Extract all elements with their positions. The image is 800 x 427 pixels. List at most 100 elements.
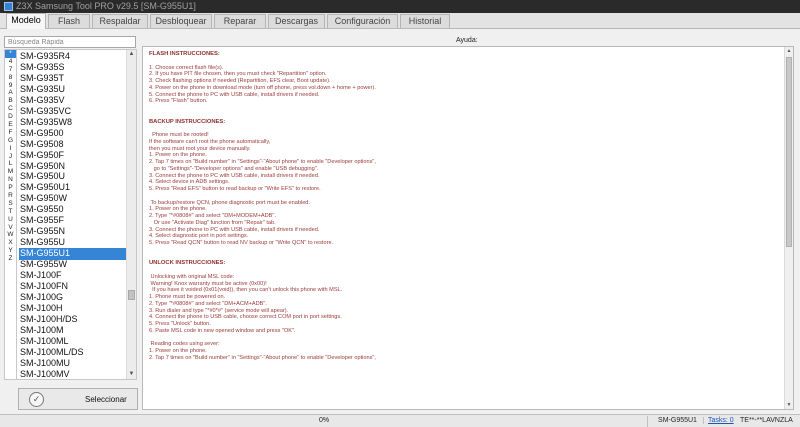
help-line xyxy=(149,193,774,200)
help-line: 2. If you have PIT file chosen, then you… xyxy=(149,71,327,78)
app-icon xyxy=(4,2,13,11)
tab-descargas[interactable]: Descargas xyxy=(268,14,325,28)
help-line: 5. Press "Read QCN" button to read NV ba… xyxy=(149,240,334,246)
help-line: 2. Tap 7 times on "Build number" in "Set… xyxy=(149,159,376,165)
search-input[interactable] xyxy=(4,36,136,48)
help-line: 3. Connect the phone to PC with USB cabl… xyxy=(149,226,320,233)
alphabet-item[interactable]: U xyxy=(5,216,16,224)
help-line: Or use "Activate Diag" function from "Re… xyxy=(149,219,276,226)
alphabet-item[interactable]: P xyxy=(5,184,16,192)
alphabet-item[interactable]: J xyxy=(5,153,16,161)
help-line xyxy=(149,125,774,132)
title-bar: Z3X Samsung Tool PRO v29.5 [SM-G955U1] xyxy=(0,0,800,13)
alphabet-item[interactable]: 7 xyxy=(5,66,16,74)
help-text: FLASH INSTRUCCIONES: 1. Choose correct fl… xyxy=(149,51,774,362)
help-line: Reading codes using sever: xyxy=(149,341,220,348)
help-line xyxy=(149,112,774,119)
alphabet-item[interactable]: Y xyxy=(5,247,16,255)
status-model: SM-G955U1 xyxy=(652,417,704,424)
help-line: 4. Connect the phone to USB cable, choos… xyxy=(149,314,342,321)
alphabet-item[interactable]: D xyxy=(5,113,16,121)
tab-respaldar[interactable]: Respaldar xyxy=(92,14,148,28)
alphabet-item[interactable]: I xyxy=(5,145,16,153)
alphabet-item[interactable]: X xyxy=(5,239,16,247)
alphabet-item[interactable]: * xyxy=(5,50,16,58)
status-bar: 0% SM-G955U1 Tasks: 0 TE**-**LAVNZLA xyxy=(0,414,800,427)
tasks-link[interactable]: Tasks: 0 xyxy=(708,417,734,424)
help-line: 3. Connect the phone to PC with USB cabl… xyxy=(149,172,320,179)
alphabet-item[interactable]: 4 xyxy=(5,58,16,66)
help-line: 1. Power on the phone. xyxy=(149,348,207,354)
select-button-label: Seleccionar xyxy=(85,395,127,404)
help-line: 5. Connect the phone to PC with USB cabl… xyxy=(149,91,320,98)
alphabet-item[interactable]: B xyxy=(5,97,16,105)
alphabet-item[interactable]: V xyxy=(5,224,16,232)
scrollbar-thumb[interactable] xyxy=(128,290,135,300)
help-line xyxy=(149,335,774,342)
help-heading: FLASH INSTRUCCIONES: xyxy=(149,51,220,57)
help-line: go to "Settings"-"Developer options" and… xyxy=(149,165,319,172)
help-line: 3. Check flashing options if needed (Rep… xyxy=(149,78,331,84)
help-line: 2. Type "*#0808#" and select "DM+ACM+ADB… xyxy=(149,300,267,307)
alphabet-item[interactable]: M xyxy=(5,168,16,176)
tab-flash[interactable]: Flash xyxy=(48,14,90,28)
help-line: 4. Select diagnostic port in port settin… xyxy=(149,233,249,240)
alphabet-item[interactable]: F xyxy=(5,129,16,137)
help-line: If you have it voided (0x01(void)), then… xyxy=(149,287,343,294)
alphabet-item[interactable]: A xyxy=(5,89,16,97)
alphabet-item[interactable]: 8 xyxy=(5,74,16,82)
tab-configuraci-n[interactable]: Configuración xyxy=(327,14,398,28)
help-line xyxy=(149,254,774,261)
help-line xyxy=(149,105,774,112)
tab-strip: Modelo Flash Respaldar Desbloquear Reparar De… xyxy=(0,13,800,29)
alphabet-item[interactable]: Z xyxy=(5,255,16,263)
help-panel[interactable]: FLASH INSTRUCCIONES: 1. Choose correct fl… xyxy=(142,46,794,410)
alphabet-item[interactable]: L xyxy=(5,160,16,168)
check-circle-icon: ✓ xyxy=(29,392,44,407)
progress-text: 0% xyxy=(318,417,330,424)
help-line: 5. Press "Unlock" button. xyxy=(149,321,211,327)
alphabet-item[interactable]: T xyxy=(5,208,16,216)
help-line: then you must root your device manually. xyxy=(149,145,251,152)
help-line xyxy=(149,247,774,254)
help-line: To backup/restore QCN, phone diagnostic … xyxy=(149,199,310,206)
tab-reparar[interactable]: Reparar xyxy=(214,14,266,28)
alphabet-item[interactable]: E xyxy=(5,121,16,129)
alphabet-item[interactable]: 9 xyxy=(5,82,16,90)
tab-desbloquear[interactable]: Desbloquear xyxy=(150,14,212,28)
alphabet-item[interactable]: R xyxy=(5,192,16,200)
alphabet-item[interactable]: S xyxy=(5,200,16,208)
scroll-up-icon[interactable]: ▲ xyxy=(785,47,793,55)
help-line: Warning! Knox warranty must be active (0… xyxy=(149,280,267,287)
help-line: 5. Press "Read EFS" button to read backu… xyxy=(149,186,321,192)
alphabet-item[interactable]: G xyxy=(5,137,16,145)
help-line: 6. Press "Flash" button. xyxy=(149,98,208,105)
help-line: 1. Choose correct flash file(s). xyxy=(149,64,224,71)
scroll-down-icon[interactable]: ▼ xyxy=(785,401,793,409)
status-serial: TE**-**LAVNZLA xyxy=(740,417,793,424)
model-list-scrollbar[interactable]: ▲ ▼ xyxy=(126,50,136,379)
select-button[interactable]: ✓ Seleccionar xyxy=(18,388,138,410)
model-list[interactable]: ▲ ▼ SM-G935R4 SM-G935S SM-G935T SM-G935U SM-… xyxy=(16,49,137,380)
alphabet-item[interactable]: C xyxy=(5,105,16,113)
tab-modelo[interactable]: Modelo xyxy=(6,13,46,29)
scrollbar-thumb[interactable] xyxy=(786,57,792,247)
help-line: 4. Select device in ADB settings. xyxy=(149,179,230,186)
alphabet-item[interactable]: N xyxy=(5,176,16,184)
help-heading: BACKUP INSTRUCCIONES: xyxy=(149,118,226,125)
help-scrollbar[interactable]: ▲ ▼ xyxy=(784,47,793,409)
scroll-up-icon[interactable]: ▲ xyxy=(127,50,136,59)
help-line xyxy=(149,58,774,65)
alphabet-item[interactable]: W xyxy=(5,231,16,239)
help-line: 2. Tap 7 times on "Build number" in "Set… xyxy=(149,354,376,361)
tab-historial[interactable]: Historial xyxy=(400,14,450,28)
help-title: Ayuda: xyxy=(456,37,478,44)
help-line: 2. Type "*#0808#" and select "DM+MODEM+A… xyxy=(149,213,276,219)
help-line xyxy=(149,267,774,274)
progress-bar: 0% xyxy=(0,416,648,427)
help-line: 3. Run dialer and type "*#0*#" (service … xyxy=(149,307,289,314)
help-heading: UNLOCK INSTRUCCIONES: xyxy=(149,260,226,267)
scroll-down-icon[interactable]: ▼ xyxy=(127,370,136,379)
alphabet-index: * 4 7 8 9 A B C D E F G I J L M N P R S T U V W X Y Z xyxy=(4,49,16,380)
model-list-item[interactable]: SM-J100MV xyxy=(19,369,126,379)
